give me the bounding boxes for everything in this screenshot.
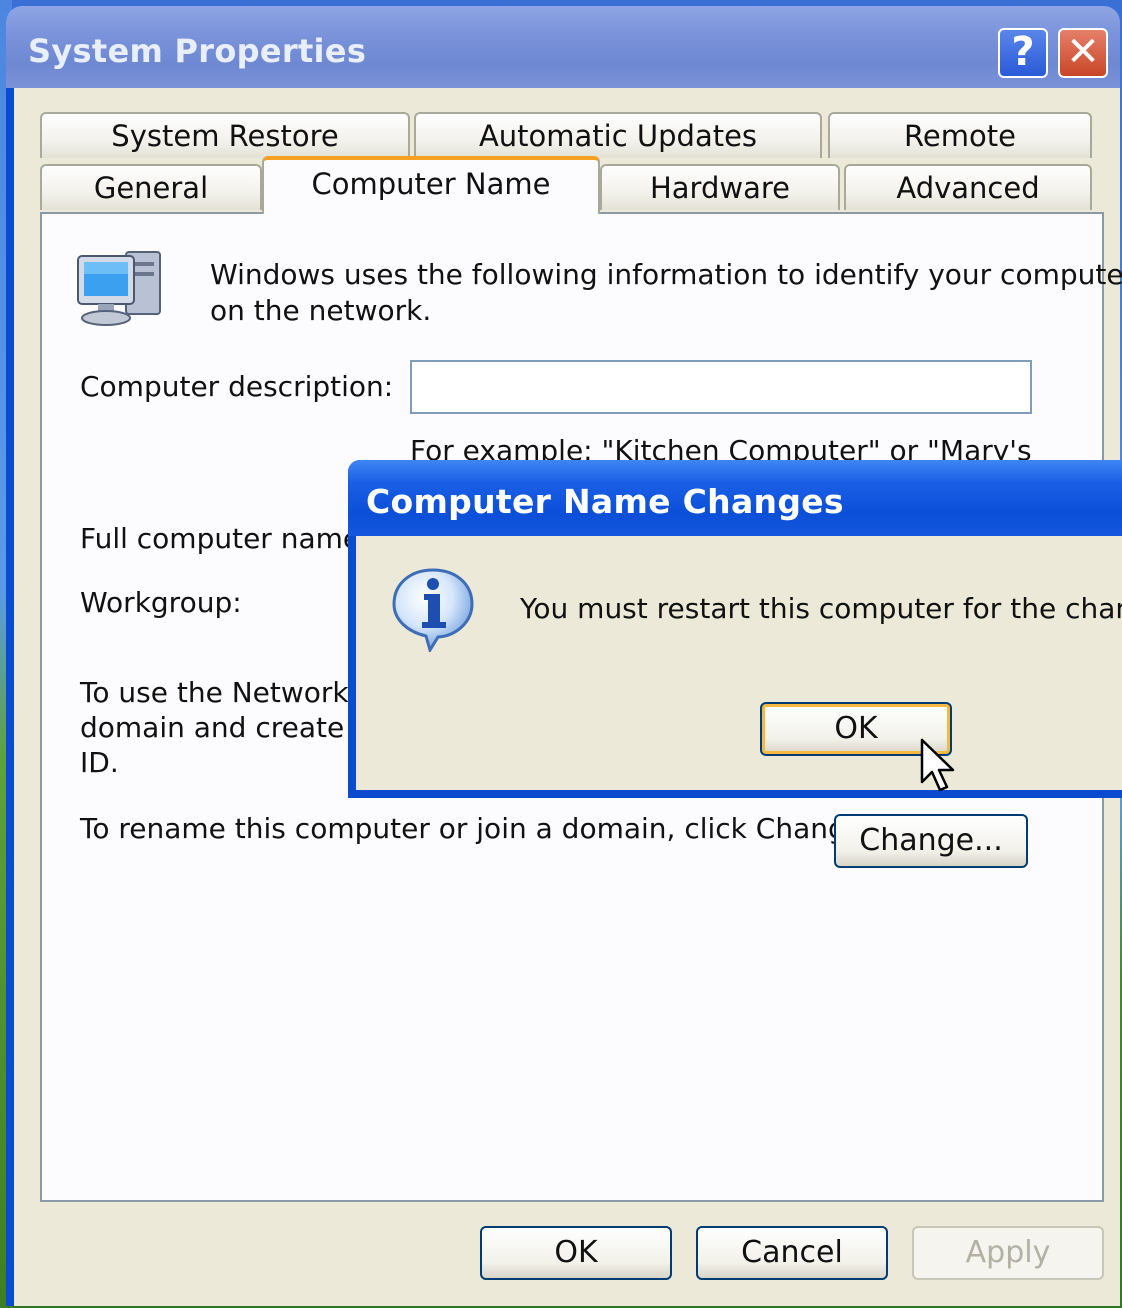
- tab-label: Hardware: [649, 171, 790, 205]
- tab-remote[interactable]: Remote: [828, 112, 1092, 158]
- computer-description-input[interactable]: [410, 360, 1032, 414]
- tab-label: General: [93, 171, 209, 205]
- dialog-title: Computer Name Changes: [366, 482, 844, 521]
- tab-general[interactable]: General: [40, 164, 262, 210]
- cancel-button[interactable]: Cancel: [696, 1226, 888, 1280]
- full-computer-name-label: Full computer name:: [80, 522, 370, 555]
- network-id-text-line2: domain and create a l: [80, 711, 387, 744]
- apply-button-label: Apply: [965, 1235, 1051, 1270]
- tab-computer-name[interactable]: Computer Name: [262, 156, 600, 214]
- tab-system-restore[interactable]: System Restore: [40, 112, 410, 158]
- intro-text-line1: Windows uses the following information t…: [210, 258, 1122, 291]
- workgroup-label: Workgroup:: [80, 586, 242, 619]
- computer-name-changes-dialog: Computer Name Changes You must restart t…: [348, 460, 1122, 798]
- computer-description-label: Computer description:: [80, 370, 394, 403]
- close-icon: ✕: [1066, 29, 1100, 75]
- tab-label: System Restore: [111, 119, 339, 153]
- close-button[interactable]: ✕: [1058, 28, 1108, 78]
- tab-label: Automatic Updates: [478, 119, 758, 153]
- dialog-title-bar[interactable]: Computer Name Changes: [348, 460, 1122, 536]
- apply-button[interactable]: Apply: [912, 1226, 1104, 1280]
- help-button[interactable]: ?: [998, 28, 1048, 78]
- ok-button[interactable]: OK: [480, 1226, 672, 1280]
- change-button[interactable]: Change...: [834, 814, 1028, 868]
- network-id-text-line1: To use the Network Ic: [80, 676, 382, 709]
- tab-automatic-updates[interactable]: Automatic Updates: [414, 112, 822, 158]
- intro-text-line2: on the network.: [210, 294, 432, 327]
- tab-label: Computer Name: [311, 167, 551, 201]
- dialog-message: You must restart this computer for the c…: [520, 592, 1122, 625]
- title-bar[interactable]: System Properties ? ✕: [6, 6, 1120, 88]
- cancel-button-label: Cancel: [741, 1235, 843, 1270]
- dialog-ok-label: OK: [834, 711, 878, 746]
- tab-label: Advanced: [896, 171, 1040, 205]
- help-icon: ?: [1011, 29, 1035, 75]
- tab-hardware[interactable]: Hardware: [600, 164, 840, 210]
- rename-instructions: To rename this computer or join a domain…: [80, 812, 872, 845]
- window-title: System Properties: [28, 32, 367, 70]
- network-id-text-line3: ID.: [80, 746, 119, 779]
- dialog-body: You must restart this computer for the c…: [356, 536, 1122, 790]
- ok-button-label: OK: [554, 1235, 598, 1270]
- tab-advanced[interactable]: Advanced: [844, 164, 1092, 210]
- mouse-pointer-icon: [920, 738, 955, 792]
- change-button-label: Change...: [859, 823, 1003, 858]
- computer-icon: [77, 251, 161, 326]
- tab-label: Remote: [904, 119, 1016, 153]
- information-icon: [392, 568, 474, 652]
